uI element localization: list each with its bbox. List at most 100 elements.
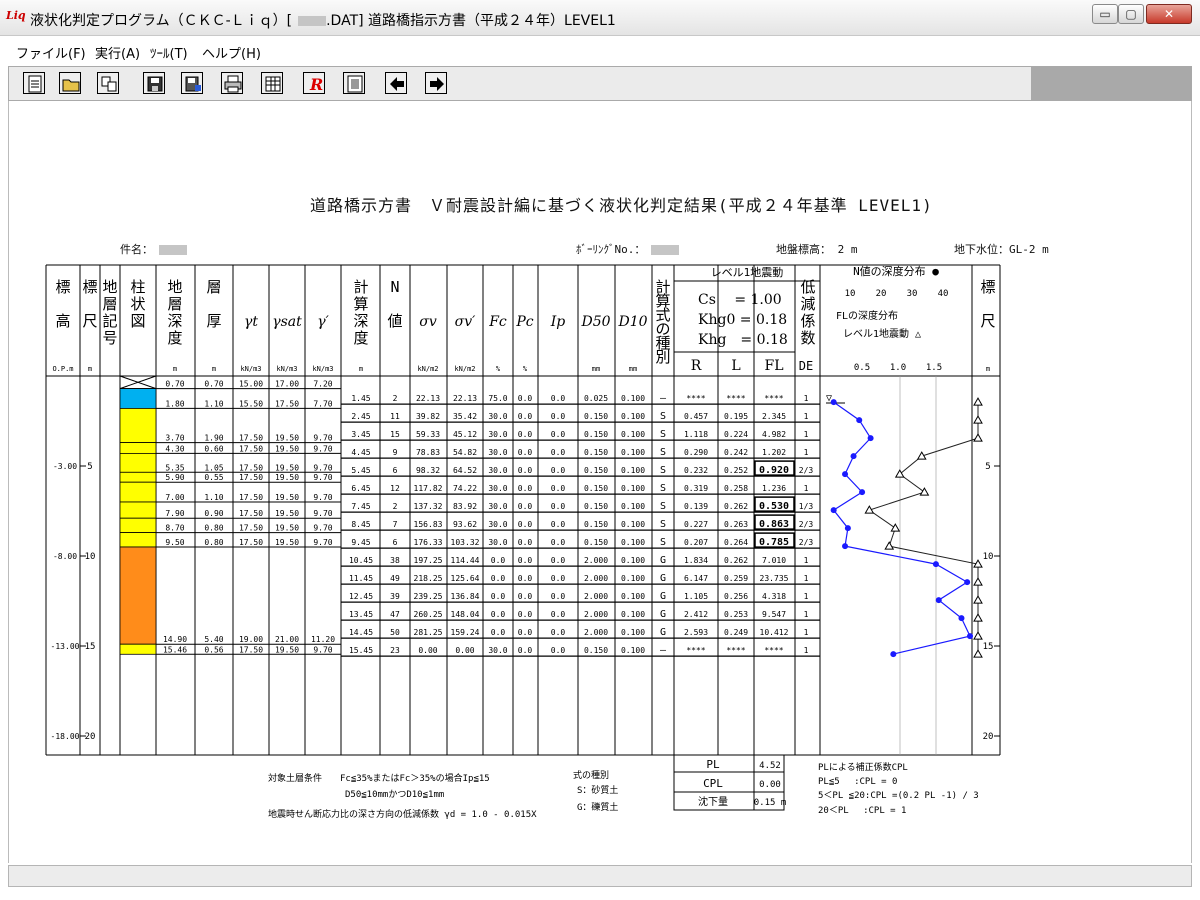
- row-cell: 30.0: [488, 448, 507, 457]
- unit-label: kN/m3: [240, 365, 261, 373]
- row-cell: 0.150: [584, 646, 608, 655]
- liquefaction-table: 標高標尺地層記号柱状図地層深度層厚計算深度N値計算式の種別低減係数標尺γt γsa…: [45, 264, 1001, 820]
- row-cell: 83.92: [453, 502, 477, 511]
- row-cell: 0.259: [724, 574, 748, 583]
- row-cell: 54.82: [453, 448, 477, 457]
- layer-depth: 0.70: [165, 380, 184, 389]
- n-value-point: [958, 615, 965, 622]
- row-cell: 0.0: [551, 628, 566, 637]
- row-cell: 7.010: [762, 556, 786, 565]
- row-cell: 50: [390, 628, 400, 637]
- header-d10: D10: [617, 314, 647, 330]
- row-cell: 13.45: [349, 610, 373, 619]
- fl-plot-title: FLの深度分布: [836, 309, 898, 322]
- n-value-point: [859, 489, 866, 496]
- row-cell: 0.150: [584, 484, 608, 493]
- header-gamma-sat: γsat: [272, 314, 302, 330]
- layer-depth: 8.70: [165, 524, 184, 533]
- row-cell: 1: [804, 412, 809, 421]
- row-cell: 281.25: [414, 628, 443, 637]
- row-cell: 3.45: [351, 430, 370, 439]
- row-cell: 0.0: [551, 592, 566, 601]
- layer-gamma-t: 17.50: [239, 538, 263, 547]
- scale-label: 15: [85, 642, 96, 652]
- row-cell: 0.150: [584, 538, 608, 547]
- header-elevation: 高: [55, 312, 70, 330]
- layer-thickness: 5.40: [204, 635, 223, 644]
- row-cell: 30.0: [488, 502, 507, 511]
- n-value-point: [867, 435, 874, 442]
- row-cell: ****: [726, 394, 745, 403]
- row-cell: 2.412: [684, 610, 708, 619]
- row-cell: 75.0: [488, 394, 507, 403]
- header-pc: Pc: [515, 314, 533, 330]
- layer-gamma-prime: 9.70: [313, 645, 332, 654]
- layer-depth: 14.90: [163, 635, 187, 644]
- scale-label-right: 5: [985, 462, 990, 472]
- fl-point: [973, 433, 983, 442]
- row-cell: 0.0: [518, 556, 533, 565]
- condition-2: D50≦10mmかつD10≦1mm: [345, 789, 444, 800]
- fl-point: [890, 523, 901, 532]
- row-cell: 0.0: [518, 520, 533, 529]
- row-cell: 1: [804, 592, 809, 601]
- cpl-value: 0.00: [759, 780, 781, 790]
- row-cell: —: [660, 645, 667, 656]
- row-cell: 0.0: [551, 610, 566, 619]
- row-cell: ****: [686, 394, 705, 403]
- row-cell: 0.0: [518, 628, 533, 637]
- header-calc-depth: 算: [353, 295, 368, 313]
- row-cell: G: [660, 609, 666, 620]
- header-scale-right: 標: [980, 278, 995, 296]
- layer-gamma-sat: 19.50: [275, 645, 299, 654]
- row-cell: 74.22: [453, 484, 477, 493]
- fl-point: [973, 613, 983, 622]
- row-cell: 78.83: [416, 448, 440, 457]
- row-cell: ****: [764, 646, 783, 655]
- settlement-label: 沈下量: [698, 795, 728, 808]
- row-cell: 1: [804, 448, 809, 457]
- layer-thickness: 1.10: [204, 399, 223, 408]
- column-layer-fill: [119, 501, 157, 519]
- row-cell: 23: [390, 646, 400, 655]
- elevation-label: -3.00: [53, 462, 77, 471]
- row-cell: 2.000: [584, 610, 608, 619]
- row-cell: 0.195: [724, 412, 748, 421]
- header-elevation: 標: [55, 278, 70, 296]
- layer-thickness: 0.60: [204, 444, 223, 453]
- row-cell: 30.0: [488, 484, 507, 493]
- layer-gamma-prime: 11.20: [311, 635, 335, 644]
- cpl-note-2: PL≦5 :CPL = 0: [818, 777, 897, 787]
- layer-gamma-sat: 19.50: [275, 473, 299, 482]
- fl-plot-subtitle: レベル1地震動 △: [843, 327, 921, 340]
- row-cell: 0.319: [684, 484, 708, 493]
- row-cell: 59.33: [416, 430, 440, 439]
- fl-plot-tick: 1.5: [926, 363, 942, 373]
- row-cell: 159.24: [451, 628, 480, 637]
- header-formula-type: 別: [655, 348, 670, 366]
- row-cell: 0.100: [621, 502, 645, 511]
- layer-thickness: 0.56: [204, 645, 223, 654]
- n-plot-tick: 10: [845, 289, 856, 299]
- layer-gamma-sat: 21.00: [275, 635, 299, 644]
- row-cell: 5.45: [351, 466, 370, 475]
- row-cell: 0.0: [518, 610, 533, 619]
- row-cell: 0.290: [684, 448, 708, 457]
- row-cell: 7: [393, 520, 398, 529]
- row-cell: 1.45: [351, 394, 370, 403]
- row-cell: 1: [804, 394, 809, 403]
- row-cell: 1.236: [762, 484, 786, 493]
- unit-label: mm: [629, 365, 637, 373]
- layer-thickness: 1.05: [204, 463, 223, 472]
- row-cell: 0.457: [684, 412, 708, 421]
- row-cell: 0.100: [621, 412, 645, 421]
- header-scale: 標: [82, 278, 97, 296]
- condition-3: 地震時せん断応力比の深さ方向の低減係数 γd = 1.0 - 0.015X: [268, 808, 537, 820]
- row-cell: 0.0: [551, 556, 566, 565]
- row-cell: 176.33: [414, 538, 443, 547]
- header-sigma-v: σv: [419, 314, 437, 330]
- row-cell: 6: [393, 538, 398, 547]
- formula-kind-g: G：礫質土: [577, 801, 618, 813]
- row-cell: 12: [390, 484, 400, 493]
- header-khg: Khg = 0.18: [698, 332, 788, 348]
